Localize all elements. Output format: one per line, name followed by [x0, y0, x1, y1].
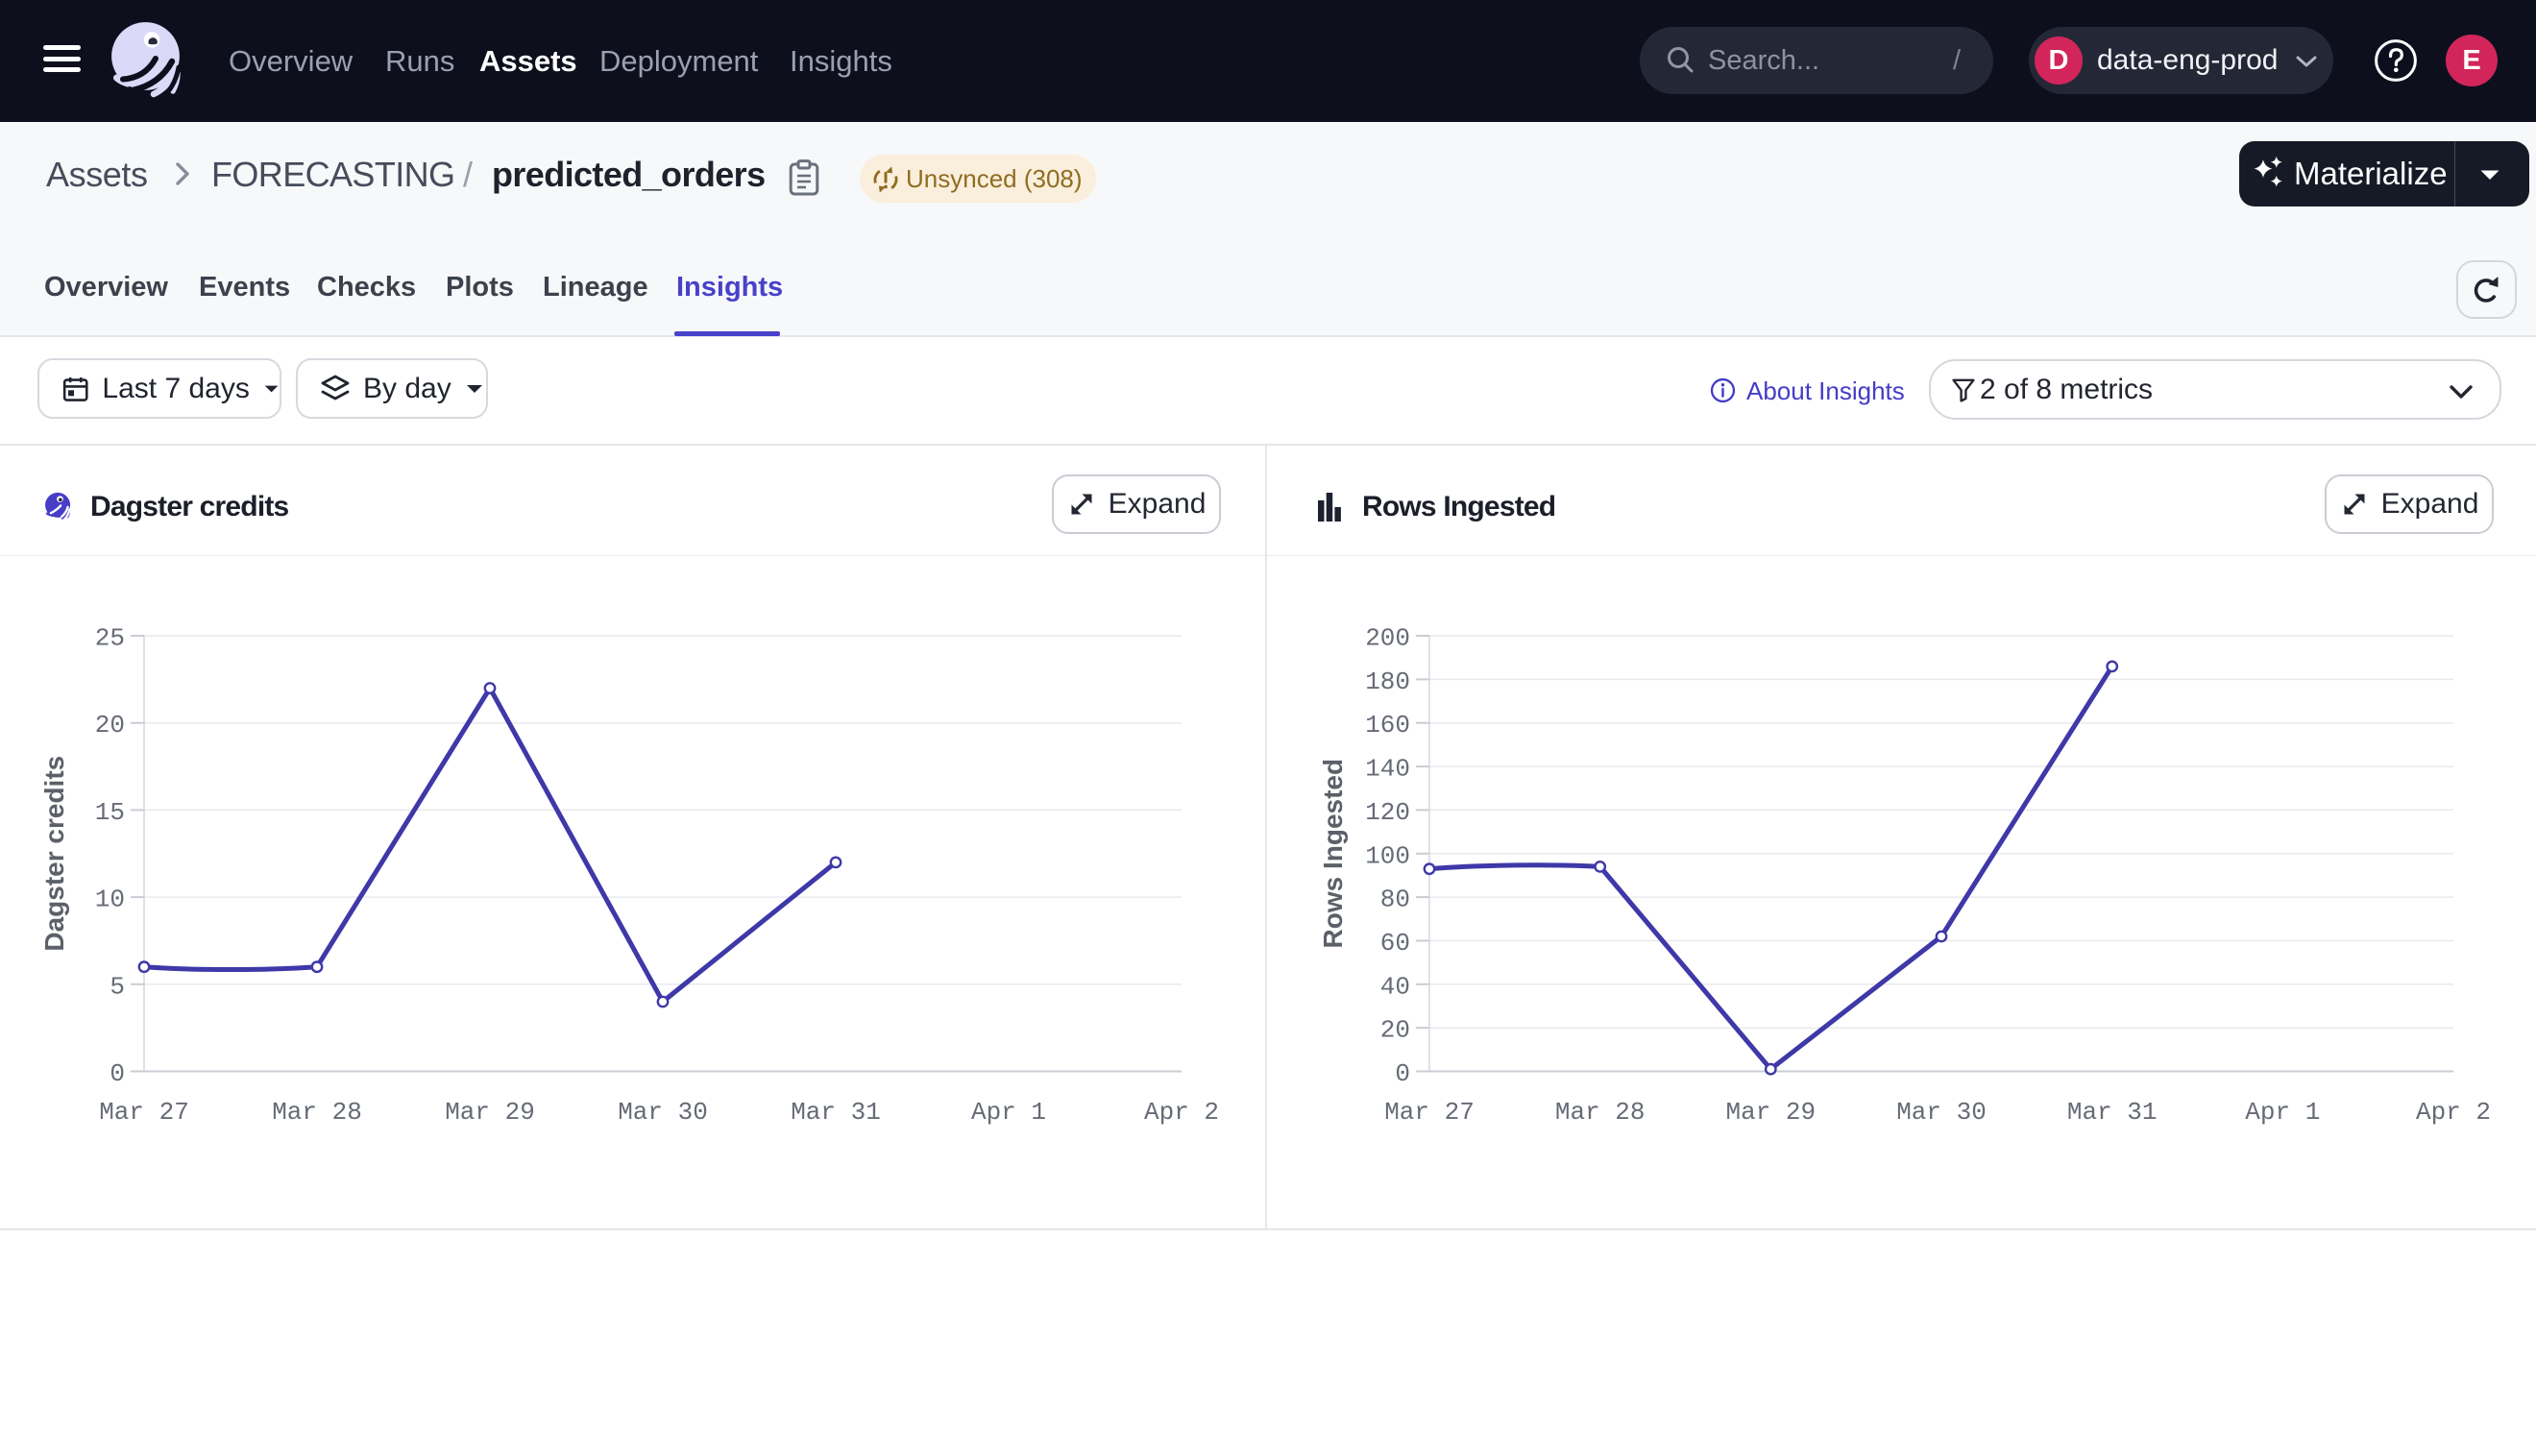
svg-text:40: 40 — [1380, 972, 1410, 1001]
svg-text:0: 0 — [1395, 1059, 1410, 1088]
svg-text:0: 0 — [110, 1059, 125, 1088]
svg-text:80: 80 — [1380, 886, 1410, 914]
svg-text:Mar 30: Mar 30 — [618, 1098, 708, 1127]
svg-text:Mar 28: Mar 28 — [1555, 1098, 1646, 1127]
svg-text:Apr 1: Apr 1 — [971, 1098, 1046, 1127]
svg-text:Mar 31: Mar 31 — [791, 1098, 881, 1127]
svg-text:120: 120 — [1365, 798, 1410, 827]
svg-text:Mar 30: Mar 30 — [1896, 1098, 1987, 1127]
svg-text:10: 10 — [95, 886, 125, 914]
svg-text:180: 180 — [1365, 667, 1410, 696]
svg-text:140: 140 — [1365, 755, 1410, 784]
svg-text:25: 25 — [95, 624, 125, 653]
svg-text:15: 15 — [95, 798, 125, 827]
svg-text:Mar 29: Mar 29 — [445, 1098, 535, 1127]
svg-text:Apr 2: Apr 2 — [2416, 1098, 2491, 1127]
svg-text:100: 100 — [1365, 841, 1410, 870]
svg-text:Mar 31: Mar 31 — [2067, 1098, 2158, 1127]
svg-text:Mar 28: Mar 28 — [272, 1098, 362, 1127]
svg-text:200: 200 — [1365, 624, 1410, 653]
svg-text:5: 5 — [110, 972, 125, 1001]
svg-text:Dagster credits: Dagster credits — [39, 756, 69, 952]
svg-text:Mar 29: Mar 29 — [1725, 1098, 1816, 1127]
svg-text:20: 20 — [1380, 1016, 1410, 1045]
svg-text:Rows Ingested: Rows Ingested — [1318, 759, 1348, 949]
svg-text:Mar 27: Mar 27 — [1384, 1098, 1475, 1127]
svg-text:Apr 2: Apr 2 — [1144, 1098, 1219, 1127]
svg-text:160: 160 — [1365, 711, 1410, 740]
svg-text:60: 60 — [1380, 929, 1410, 958]
svg-text:Apr 1: Apr 1 — [2245, 1098, 2320, 1127]
svg-text:20: 20 — [95, 711, 125, 740]
svg-text:Mar 27: Mar 27 — [99, 1098, 189, 1127]
